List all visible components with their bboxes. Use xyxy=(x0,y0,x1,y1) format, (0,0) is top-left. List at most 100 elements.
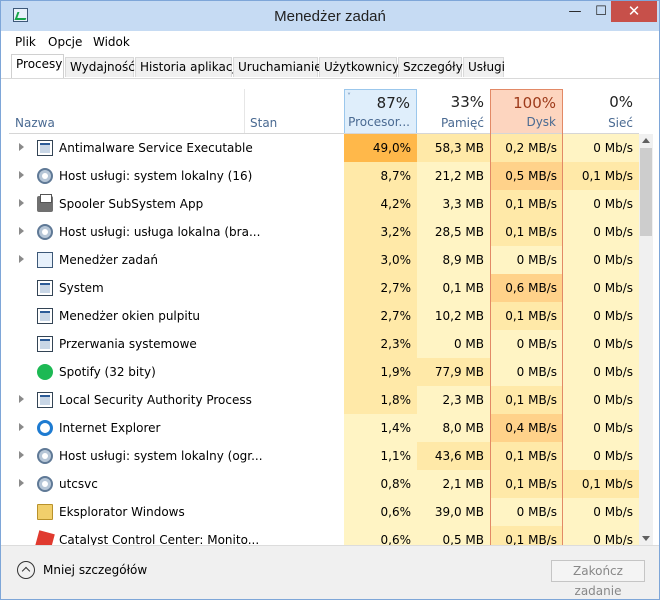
gear-icon xyxy=(37,168,53,184)
scrollbar-thumb[interactable] xyxy=(640,148,652,236)
expand-arrow-icon[interactable] xyxy=(19,227,24,235)
tab-details[interactable]: Szczegóły xyxy=(398,57,463,77)
table-row[interactable]: Internet Explorer 1,4% 8,0 MB 0,4 MB/s 0 Mb/… xyxy=(9,414,639,442)
expand-arrow-icon[interactable] xyxy=(19,199,24,207)
folder-icon xyxy=(37,504,53,520)
memory-column-label: Pamięć xyxy=(440,116,484,130)
minimize-button[interactable]: — xyxy=(561,1,589,22)
menu-options[interactable]: Opcje xyxy=(48,35,82,49)
spotify-icon xyxy=(37,364,53,380)
cpu-cell: 3,2% xyxy=(344,218,417,246)
column-header-name[interactable]: Nazwa xyxy=(9,89,244,134)
tab-users[interactable]: Użytkownicy xyxy=(319,57,399,77)
column-header-disk[interactable]: 100% Dysk xyxy=(490,89,563,134)
cpu-cell: 2,3% xyxy=(344,330,417,358)
network-cell: 0 Mb/s xyxy=(563,302,639,330)
menu-view[interactable]: Widok xyxy=(93,35,130,49)
disk-cell: 0,6 MB/s xyxy=(490,274,563,302)
network-cell: 0 Mb/s xyxy=(563,526,639,545)
disk-cell: 0,1 MB/s xyxy=(490,386,563,414)
expand-arrow-icon[interactable] xyxy=(19,171,24,179)
table-row[interactable]: Menedżer okien pulpitu 2,7% 10,2 MB 0,1 MB/… xyxy=(9,302,639,330)
network-cell: 0 Mb/s xyxy=(563,190,639,218)
amd-icon xyxy=(35,530,55,545)
table-row[interactable]: Przerwania systemowe 2,3% 0 MB 0 MB/s 0 Mb/s xyxy=(9,330,639,358)
table-row[interactable]: Host usługi: usługa lokalna (bra... 3,2% 2… xyxy=(9,218,639,246)
memory-cell: 2,3 MB xyxy=(417,386,490,414)
disk-cell: 0,1 MB/s xyxy=(490,302,563,330)
service-icon xyxy=(37,140,53,156)
scroll-down-arrow-icon[interactable] xyxy=(642,536,650,541)
process-name: Local Security Authority Process xyxy=(59,393,252,407)
expand-arrow-icon[interactable] xyxy=(19,255,24,263)
end-task-button[interactable]: Zakończ zadanie xyxy=(551,560,645,598)
table-row[interactable]: utcsvc 0,8% 2,1 MB 0,1 MB/s 0,1 Mb/s xyxy=(9,470,639,498)
network-cell: 0,1 Mb/s xyxy=(563,470,639,498)
vertical-scrollbar[interactable] xyxy=(639,134,653,545)
cpu-cell: 1,9% xyxy=(344,358,417,386)
table-row[interactable]: Spooler SubSystem App 4,2% 3,3 MB 0,1 MB/s 0… xyxy=(9,190,639,218)
tab-processes[interactable]: Procesy xyxy=(11,54,64,78)
network-cell: 0,1 Mb/s xyxy=(563,162,639,190)
service-icon xyxy=(37,280,53,296)
column-header-memory[interactable]: 33% Pamięć xyxy=(417,89,490,134)
table-row[interactable]: System 2,7% 0,1 MB 0,6 MB/s 0 Mb/s xyxy=(9,274,639,302)
table-row[interactable]: Eksplorator Windows 0,6% 39,0 MB 0 MB/s 0 Mb… xyxy=(9,498,639,526)
disk-cell: 0 MB/s xyxy=(490,246,563,274)
table-row[interactable]: Host usługi: system lokalny (ogr... 1,1% 4… xyxy=(9,442,639,470)
tab-app-history[interactable]: Historia aplikacji xyxy=(135,57,239,77)
cpu-cell: 1,8% xyxy=(344,386,417,414)
table-row[interactable]: Spotify (32 bity) 1,9% 77,9 MB 0 MB/s 0 Mb/s xyxy=(9,358,639,386)
table-row[interactable]: Antimalware Service Executable 49,0% 58,3 … xyxy=(9,134,639,162)
tab-strip: Procesy Wydajność Historia aplikacji Uru… xyxy=(1,53,659,79)
table-row[interactable]: Local Security Authority Process 1,8% 2,3 … xyxy=(9,386,639,414)
disk-cell: 0,5 MB/s xyxy=(490,162,563,190)
column-header-cpu[interactable]: ˅ 87% Procesor... xyxy=(344,89,417,134)
column-header-status[interactable]: Stan xyxy=(244,89,344,134)
memory-cell: 39,0 MB xyxy=(417,498,490,526)
title-bar[interactable]: Menedżer zadań — ☐ ✕ xyxy=(1,1,659,31)
disk-cell: 0,1 MB/s xyxy=(490,526,563,545)
table-row[interactable]: Host usługi: system lokalny (16) 8,7% 21,2… xyxy=(9,162,639,190)
process-name: Host usługi: usługa lokalna (bra... xyxy=(59,225,261,239)
network-cell: 0 Mb/s xyxy=(563,498,639,526)
memory-total-percent: 33% xyxy=(450,93,484,111)
memory-cell: 21,2 MB xyxy=(417,162,490,190)
process-list: Nazwa Stan ˅ 87% Procesor... 33% Pamięć … xyxy=(9,79,653,545)
memory-cell: 8,9 MB xyxy=(417,246,490,274)
chevron-up-icon xyxy=(17,561,35,579)
tab-performance[interactable]: Wydajność xyxy=(65,57,135,77)
gear-icon xyxy=(37,224,53,240)
tab-services[interactable]: Usługi xyxy=(463,57,505,77)
expand-arrow-icon[interactable] xyxy=(19,451,24,459)
name-column-label: Nazwa xyxy=(15,116,55,130)
disk-cell: 0,1 MB/s xyxy=(490,218,563,246)
cpu-cell: 2,7% xyxy=(344,274,417,302)
cpu-cell: 0,6% xyxy=(344,498,417,526)
table-row[interactable]: Menedżer zadań 3,0% 8,9 MB 0 MB/s 0 Mb/s xyxy=(9,246,639,274)
disk-cell: 0 MB/s xyxy=(490,358,563,386)
network-cell: 0 Mb/s xyxy=(563,218,639,246)
expand-arrow-icon[interactable] xyxy=(19,479,24,487)
network-cell: 0 Mb/s xyxy=(563,442,639,470)
scroll-up-arrow-icon[interactable] xyxy=(642,138,650,143)
disk-cell: 0,1 MB/s xyxy=(490,190,563,218)
column-header-network[interactable]: 0% Sieć xyxy=(563,89,639,134)
task-manager-icon xyxy=(37,252,53,268)
network-total-percent: 0% xyxy=(609,93,633,111)
expand-arrow-icon[interactable] xyxy=(19,423,24,431)
expand-arrow-icon[interactable] xyxy=(19,395,24,403)
expand-arrow-icon[interactable] xyxy=(19,143,24,151)
service-icon xyxy=(37,336,53,352)
memory-cell: 28,5 MB xyxy=(417,218,490,246)
gear-icon xyxy=(37,476,53,492)
menu-file[interactable]: Plik xyxy=(15,35,36,49)
memory-cell: 10,2 MB xyxy=(417,302,490,330)
service-icon xyxy=(37,308,53,324)
network-cell: 0 Mb/s xyxy=(563,358,639,386)
table-row[interactable]: Catalyst Control Center: Monito... 0,6% 0,… xyxy=(9,526,639,545)
close-button[interactable]: ✕ xyxy=(611,1,657,22)
cpu-column-label: Procesor... xyxy=(348,115,410,129)
process-name: utcsvc xyxy=(59,477,98,491)
tab-startup[interactable]: Uruchamianie xyxy=(233,57,322,77)
